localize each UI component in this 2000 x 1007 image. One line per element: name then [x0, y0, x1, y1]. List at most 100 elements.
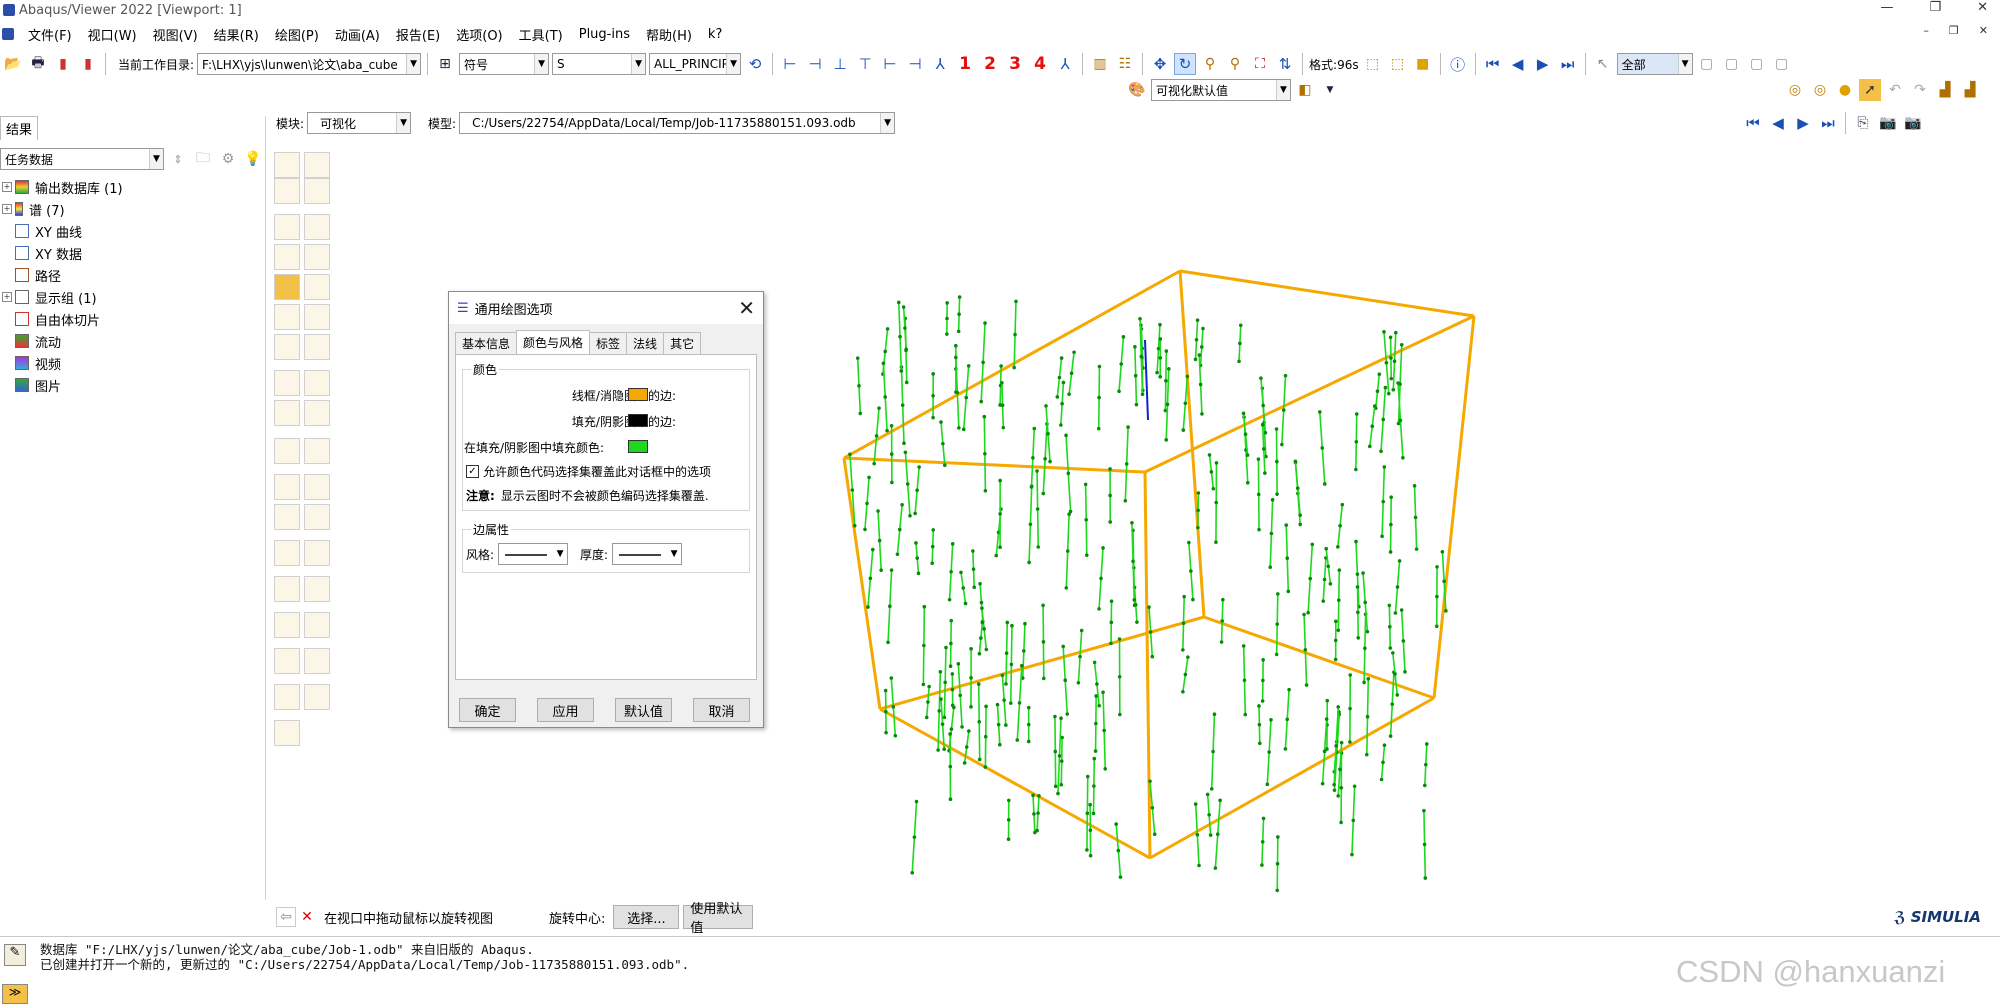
animate-time-icon[interactable]	[304, 370, 330, 396]
plot-options-icon[interactable]	[274, 178, 300, 204]
flip-icon[interactable]: ⇅	[1274, 53, 1296, 75]
close-window-button[interactable]: ✕	[1977, 0, 1988, 15]
overlay-icon[interactable]: ◎	[1784, 79, 1806, 101]
module-combo[interactable]: 可视化 ▼	[307, 112, 412, 134]
display-group-combo[interactable]: 全部 ▼	[1616, 53, 1693, 75]
ok-button[interactable]: 确定	[459, 698, 516, 722]
pan-icon[interactable]: ✥	[1149, 53, 1171, 75]
tab-labels[interactable]: 标签	[589, 332, 628, 354]
flow-manager-icon[interactable]	[304, 648, 330, 674]
contour-options-icon[interactable]	[304, 214, 330, 240]
tab-results[interactable]: 结果	[0, 116, 38, 140]
tree-item-path[interactable]: 路径	[2, 264, 262, 286]
workdir-combo[interactable]: F:\LHX\yjs\lunwen\论文\aba_cube ▼	[197, 53, 422, 75]
select-button[interactable]: 选择...	[613, 905, 680, 929]
query-icon[interactable]: ➚	[1859, 79, 1881, 101]
mdi-restore-icon[interactable]: ❐	[1949, 24, 1959, 37]
model-combo[interactable]: C:/Users/22754/AppData/Local/Temp/Job-11…	[459, 112, 896, 134]
plot-state-options-icon[interactable]	[304, 334, 330, 360]
animate-harmonic-icon[interactable]	[274, 400, 300, 426]
symbol-options-icon[interactable]	[304, 274, 330, 300]
menu-report[interactable]: 报告(E)	[388, 25, 448, 44]
palette-icon[interactable]: 🎨	[1126, 79, 1148, 101]
more-icon[interactable]: ▟	[1959, 79, 1981, 101]
path-create-icon[interactable]	[274, 504, 300, 530]
fit-icon[interactable]: ⛶	[1249, 53, 1271, 75]
sort-icon[interactable]: ⇕	[167, 148, 189, 170]
animate-options-icon[interactable]	[304, 400, 330, 426]
tab-other[interactable]: 其它	[663, 332, 702, 354]
tree-item-video[interactable]: 视频	[2, 352, 262, 374]
cube-fill-icon[interactable]: ■	[1412, 53, 1434, 75]
tab-normals[interactable]: 法线	[626, 332, 665, 354]
camera2-icon[interactable]: 📷	[1902, 112, 1924, 134]
orientation-options-icon[interactable]	[304, 304, 330, 330]
plot-deformed-icon[interactable]	[304, 152, 330, 178]
xy-plot-icon[interactable]	[304, 504, 330, 530]
allow-override-checkbox[interactable]: ✓	[466, 465, 479, 478]
replace-icon[interactable]: ▢	[1696, 53, 1718, 75]
defaults-button[interactable]: 默认值	[615, 698, 672, 722]
cancel-button[interactable]: 取消	[693, 698, 750, 722]
first-frame-icon[interactable]: ⏮	[1482, 53, 1504, 75]
tree-item-xy-data[interactable]: XY 数据	[2, 242, 262, 264]
edit-pencil-icon[interactable]	[274, 720, 300, 746]
lightbulb-icon[interactable]: 💡	[242, 148, 264, 170]
invariant-combo[interactable]: ALL_PRINCIPAL ▼	[649, 53, 742, 75]
tree-item-flow[interactable]: 流动	[2, 330, 262, 352]
contour-icon[interactable]	[274, 214, 300, 240]
xy-data-manager-icon[interactable]	[304, 474, 330, 500]
display-group-tool-icon[interactable]	[274, 684, 300, 710]
view-2-button[interactable]: 2	[979, 53, 1001, 75]
group-more-icon[interactable]: ▢	[1771, 53, 1793, 75]
free-body-manager-icon[interactable]	[304, 612, 330, 638]
menu-plugins[interactable]: Plug-ins	[571, 27, 638, 42]
scale-label[interactable]: 格式:96s	[1309, 56, 1359, 73]
add-icon[interactable]: ▢	[1721, 53, 1743, 75]
box-icon[interactable]: ⬚	[1362, 53, 1384, 75]
menu-plot[interactable]: 绘图(P)	[267, 25, 327, 44]
use-default-button[interactable]: 使用默认值	[683, 902, 754, 936]
next-frame-icon[interactable]: ▶	[1792, 112, 1814, 134]
view-iso-icon[interactable]: ⅄	[929, 53, 951, 75]
view-4-button[interactable]: 4	[1029, 53, 1051, 75]
overlay2-icon[interactable]: ◎	[1809, 79, 1831, 101]
ladder-icon[interactable]: ☷	[1114, 53, 1136, 75]
apply-button[interactable]: 应用	[537, 698, 594, 722]
prev-frame-icon[interactable]: ◀	[1767, 112, 1789, 134]
line-thickness-combo[interactable]: ▼	[612, 543, 683, 565]
common-options-icon[interactable]	[304, 178, 330, 204]
contour-deformed-icon[interactable]	[274, 244, 300, 270]
view-defaults-combo[interactable]: 可视化默认值 ▼	[1151, 79, 1291, 101]
sphere-icon[interactable]: ●	[1834, 79, 1856, 101]
symbol-plot-icon[interactable]	[274, 274, 300, 300]
folder-icon[interactable]: 🗀	[192, 148, 214, 170]
bar-icon[interactable]: ▥	[1089, 53, 1111, 75]
undo-icon[interactable]: ↶	[1884, 79, 1906, 101]
view-neg-x-icon[interactable]: ⊣	[804, 53, 826, 75]
box-zoom-icon[interactable]: ⚲	[1224, 53, 1246, 75]
camera-icon[interactable]: 📷	[1877, 112, 1899, 134]
animate-scale-icon[interactable]	[274, 370, 300, 396]
view-y-icon[interactable]: ⊥	[829, 53, 851, 75]
minimize-button[interactable]: —	[1880, 0, 1893, 15]
stream-options-icon[interactable]	[304, 540, 330, 566]
dialog-title-bar[interactable]: ☰ 通用绘图选项 ✕	[449, 292, 763, 324]
free-body-tool-icon[interactable]	[274, 612, 300, 638]
view-3-button[interactable]: 3	[1004, 53, 1026, 75]
last-frame-icon[interactable]: ⏭	[1817, 112, 1839, 134]
cube-icon[interactable]: ⬚	[1387, 53, 1409, 75]
view-neg-z-icon[interactable]: ⊣	[904, 53, 926, 75]
menu-animate[interactable]: 动画(A)	[327, 25, 388, 44]
contour-both-icon[interactable]	[304, 244, 330, 270]
view-1-button[interactable]: 1	[954, 53, 976, 75]
dropdown-icon[interactable]: ▼	[1319, 79, 1341, 101]
field-combo[interactable]: S ▼	[552, 53, 647, 75]
refresh-icon[interactable]: ⟲	[744, 53, 766, 75]
next-frame-icon[interactable]: ▶	[1532, 53, 1554, 75]
plot-undeformed-icon[interactable]	[274, 152, 300, 178]
expand-icon[interactable]: +	[2, 292, 12, 302]
menu-context-help[interactable]: k?	[700, 27, 730, 42]
display-group-manager-icon[interactable]	[304, 684, 330, 710]
tree-item-spectrum[interactable]: + 谱 (7)	[2, 198, 262, 220]
